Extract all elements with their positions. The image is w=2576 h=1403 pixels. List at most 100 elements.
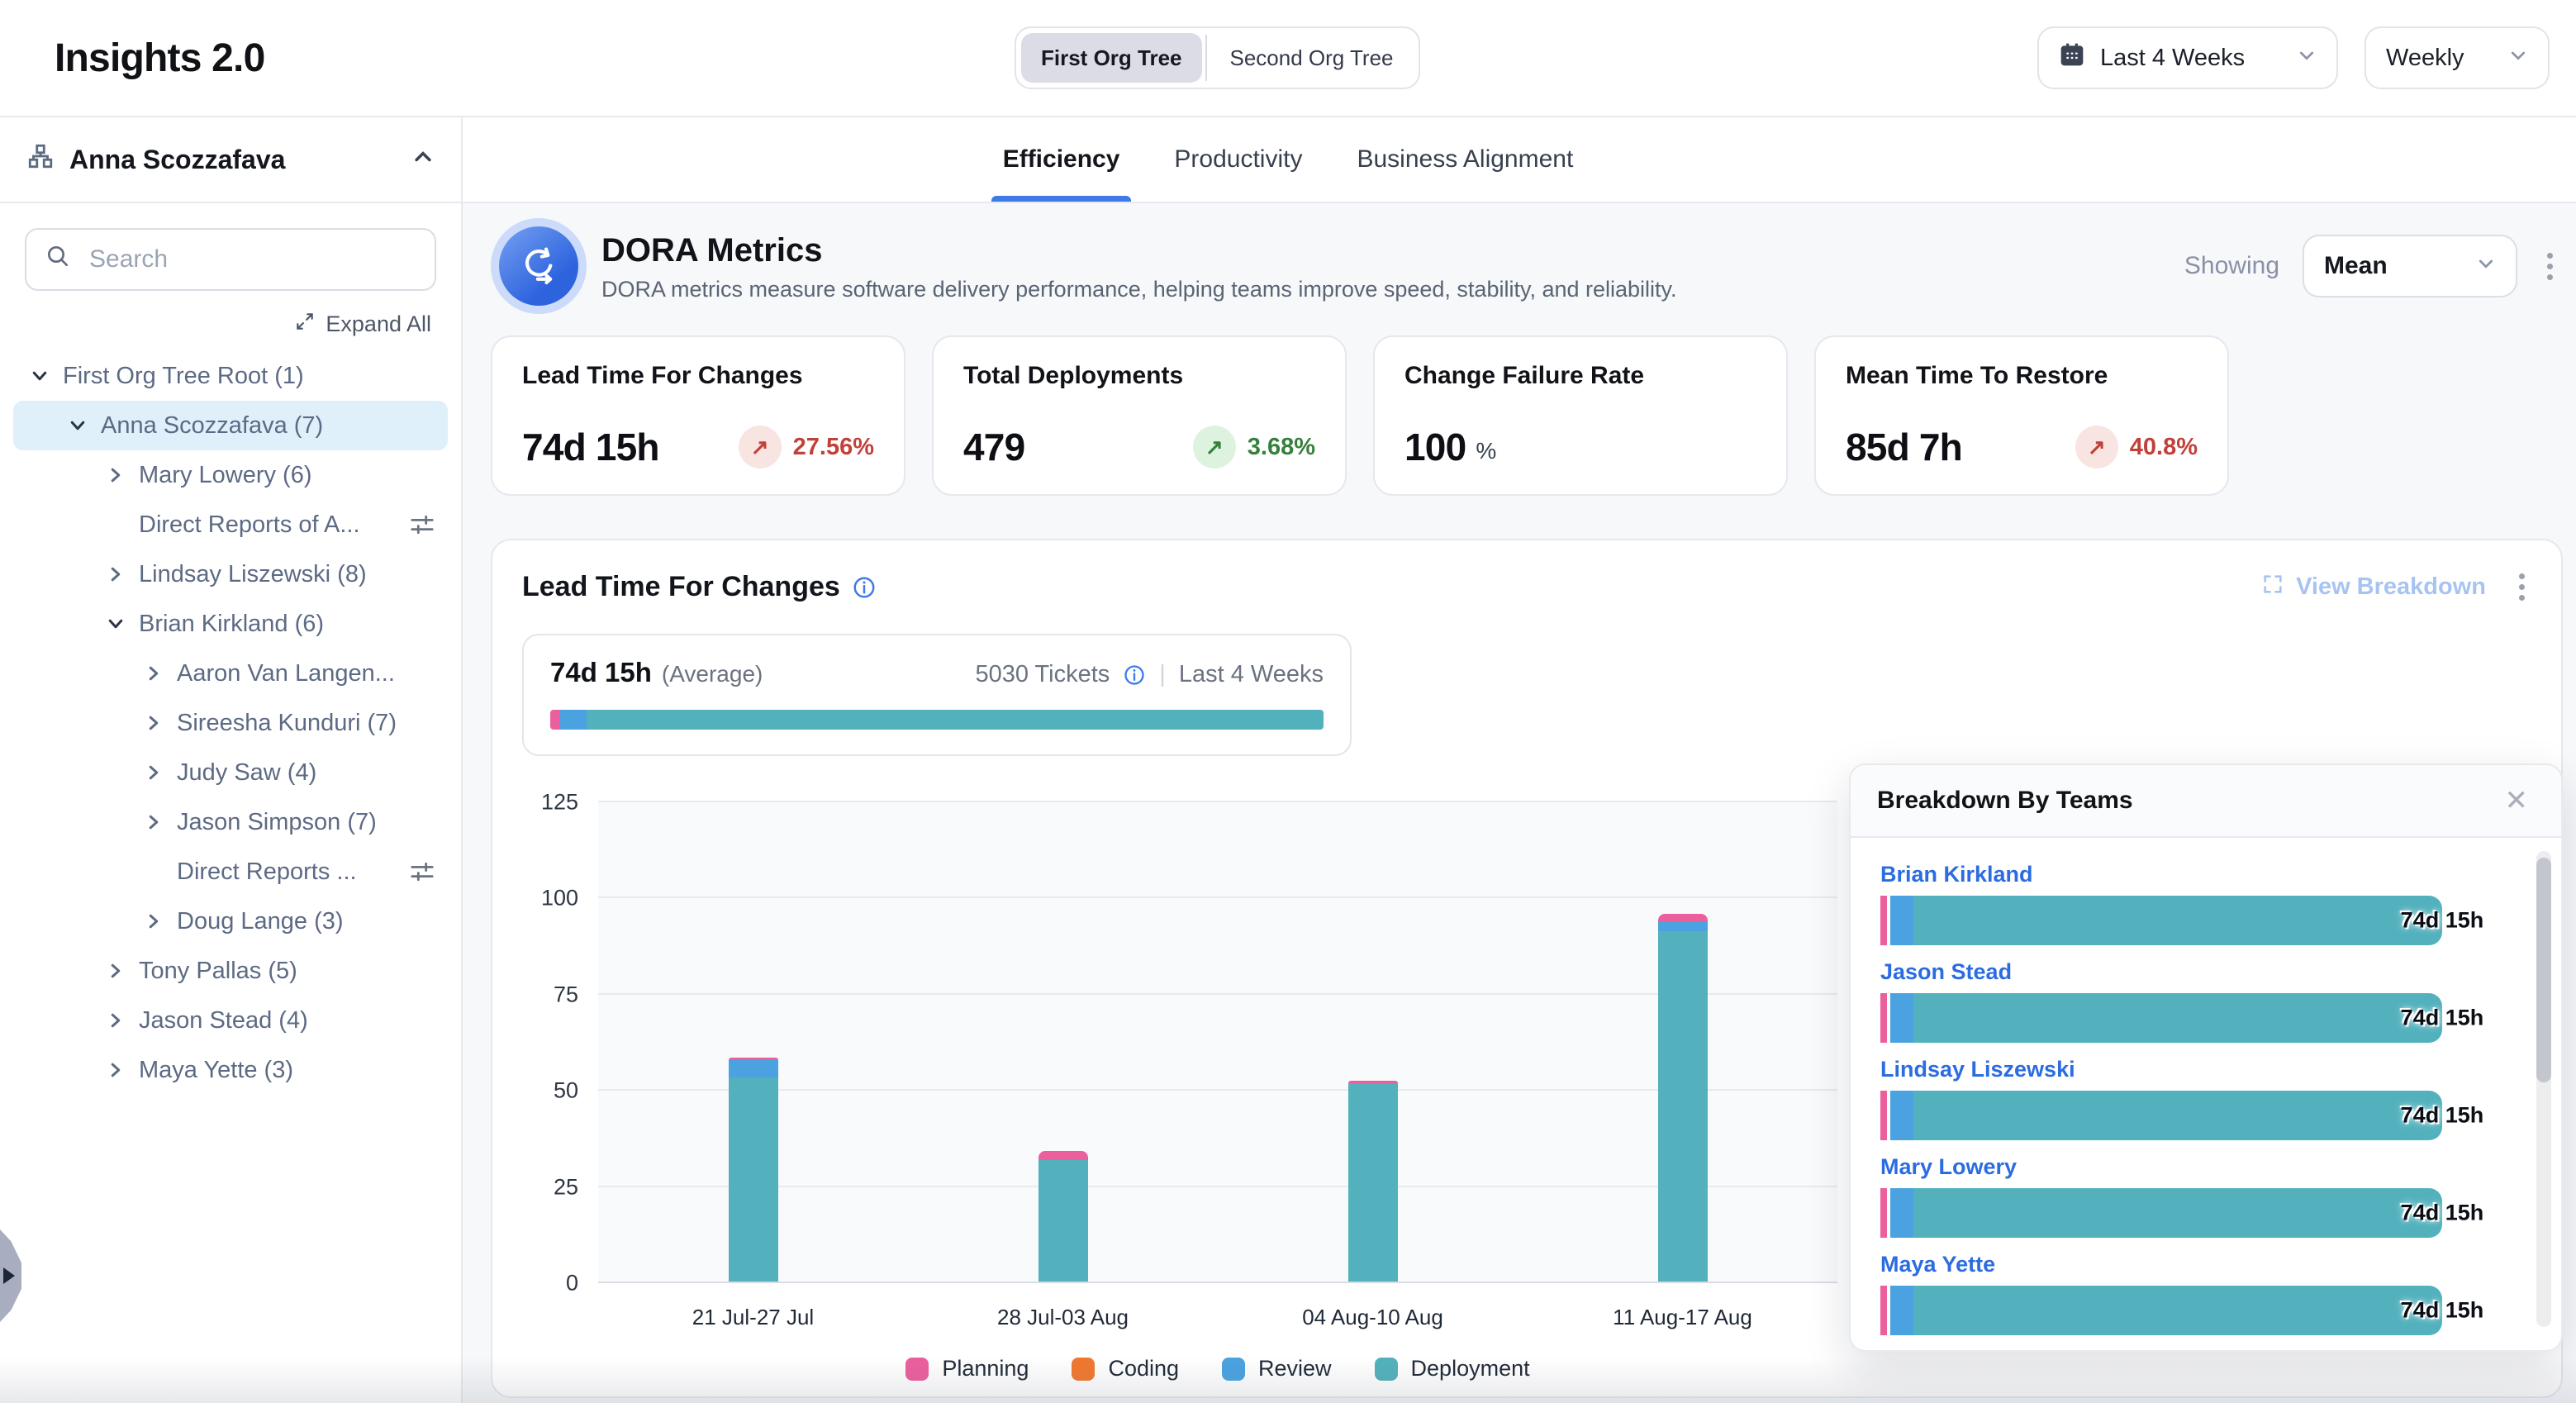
tab-label: Efficiency xyxy=(1003,145,1120,174)
dora-cycle-icon xyxy=(499,226,578,306)
y-axis-label: 100 xyxy=(522,886,578,911)
tab-productivity[interactable]: Productivity xyxy=(1169,117,1307,202)
search-input[interactable] xyxy=(86,244,416,275)
org-tree-toggle-first[interactable]: First Org Tree xyxy=(1021,33,1202,83)
bar-segment-planning xyxy=(1658,914,1708,921)
sidebar-collapse-button[interactable] xyxy=(411,145,435,174)
team-value-label: 74d 15h xyxy=(2401,908,2484,934)
metric-title: Mean Time To Restore xyxy=(1846,362,2198,390)
sidebar-header: Anna Scozzafava xyxy=(0,117,461,203)
chevron-right-icon[interactable] xyxy=(140,660,167,687)
close-button[interactable]: ✕ xyxy=(2498,783,2536,818)
tree-item-direct-reports[interactable]: Direct Reports ... xyxy=(13,847,448,896)
bar-column-11-aug-17-aug xyxy=(1658,914,1708,1282)
tab-business-alignment[interactable]: Business Alignment xyxy=(1352,117,1578,202)
chevron-right-icon[interactable] xyxy=(140,908,167,935)
average-card: 74d 15h (Average) 5030 Tickets | Last 4 … xyxy=(522,634,1352,756)
tree-item-label: Aaron Van Langen... xyxy=(177,660,395,687)
chart-more-options-icon[interactable] xyxy=(2512,567,2531,607)
average-value: 74d 15h xyxy=(550,657,652,688)
breakdown-panel-body: Brian Kirkland 74d 15h Jason Stead 74d 15h L… xyxy=(1851,838,2561,1335)
panel-scrollbar-thumb[interactable] xyxy=(2536,858,2551,1082)
team-name-link[interactable]: Maya Yette xyxy=(1880,1252,1995,1277)
chevron-right-icon[interactable] xyxy=(140,759,167,786)
tickets-info-icon[interactable] xyxy=(1123,663,1146,687)
chevron-right-icon[interactable] xyxy=(140,710,167,736)
y-axis-label: 0 xyxy=(522,1271,578,1296)
dora-more-options-icon[interactable] xyxy=(2540,246,2559,287)
team-bar-segment-review xyxy=(1890,1286,1913,1335)
granularity-select[interactable]: Weekly xyxy=(2365,26,2550,89)
tree-item-mary-lowery-6[interactable]: Mary Lowery (6) xyxy=(13,450,448,500)
chevron-down-icon[interactable] xyxy=(64,412,91,439)
info-icon[interactable] xyxy=(852,575,877,600)
team-bar-segment-deployment xyxy=(1913,1188,2442,1238)
tree-item-aaron-van-langen[interactable]: Aaron Van Langen... xyxy=(13,649,448,698)
expand-all-button[interactable]: Expand All xyxy=(0,291,461,348)
team-name-link[interactable]: Jason Stead xyxy=(1880,959,2012,985)
chart-title-actions: View Breakdown xyxy=(2261,567,2531,607)
chevron-right-icon[interactable] xyxy=(102,958,129,984)
metric-card-total-deployments: Total Deployments479↗3.68% xyxy=(932,335,1347,496)
legend-label: Review xyxy=(1258,1356,1332,1382)
team-name-link[interactable]: Mary Lowery xyxy=(1880,1154,2017,1180)
tree-item-direct-reports-of-a[interactable]: Direct Reports of A... xyxy=(13,500,448,549)
team-bar-fill xyxy=(1880,1188,2442,1238)
bar-column-28-jul-03-aug xyxy=(1038,1151,1088,1282)
team-stacked-bar: 74d 15h xyxy=(1880,1091,2512,1140)
filters-icon[interactable] xyxy=(410,512,435,537)
tree-item-brian-kirkland-6[interactable]: Brian Kirkland (6) xyxy=(13,599,448,649)
chevron-up-icon xyxy=(411,145,435,174)
metric-title: Change Failure Rate xyxy=(1404,362,1756,390)
expand-corners-icon xyxy=(2261,573,2284,602)
view-breakdown-button[interactable]: View Breakdown xyxy=(2261,573,2486,602)
tree-item-doug-lange-3[interactable]: Doug Lange (3) xyxy=(13,896,448,946)
team-name-link[interactable]: Brian Kirkland xyxy=(1880,862,2033,887)
gridline xyxy=(598,801,1837,802)
tree-item-jason-stead-4[interactable]: Jason Stead (4) xyxy=(13,996,448,1045)
chevron-down-icon[interactable] xyxy=(102,611,129,637)
team-bar-segment-review xyxy=(1890,993,1913,1043)
average-label: (Average) xyxy=(662,661,763,687)
tree-item-anna-scozzafava-7[interactable]: Anna Scozzafava (7) xyxy=(13,401,448,450)
tab-efficiency[interactable]: Efficiency xyxy=(998,117,1125,202)
chevron-right-icon[interactable] xyxy=(140,809,167,835)
tree-item-label: Judy Saw (4) xyxy=(177,759,316,787)
toggle-divider xyxy=(1205,35,1207,81)
page-layout: Anna Scozzafava Expand All First Org Tre… xyxy=(0,117,2576,1403)
team-row-mary-lowery: Mary Lowery74d 15h xyxy=(1880,1150,2512,1238)
legend-label: Coding xyxy=(1108,1356,1179,1382)
metric-value: 479 xyxy=(963,425,1024,469)
aggregation-select[interactable]: Mean xyxy=(2303,235,2517,297)
chevron-right-icon[interactable] xyxy=(102,1057,129,1083)
tree-item-tony-pallas-5[interactable]: Tony Pallas (5) xyxy=(13,946,448,996)
tree-item-first-org-tree-root-1[interactable]: First Org Tree Root (1) xyxy=(13,351,448,401)
tree-item-label: Jason Simpson (7) xyxy=(177,809,377,836)
meta-divider: | xyxy=(1159,661,1166,688)
chevron-right-icon[interactable] xyxy=(102,1007,129,1034)
average-bar-segment-deployment xyxy=(587,710,1324,730)
tree-item-judy-saw-4[interactable]: Judy Saw (4) xyxy=(13,748,448,797)
team-bar-segment-review xyxy=(1890,1188,1913,1238)
team-bar-segment-deployment xyxy=(1913,1286,2442,1335)
team-name-link[interactable]: Lindsay Liszewski xyxy=(1880,1057,2075,1082)
granularity-value: Weekly xyxy=(2386,45,2464,72)
chevron-down-icon[interactable] xyxy=(26,363,53,389)
average-meta: 5030 Tickets | Last 4 Weeks xyxy=(975,661,1324,688)
org-chart-icon xyxy=(26,142,55,177)
topbar-controls: Last 4 Weeks Weekly xyxy=(2037,26,2550,89)
tree-item-sireesha-kunduri-7[interactable]: Sireesha Kunduri (7) xyxy=(13,698,448,748)
dora-title: DORA Metrics xyxy=(601,231,1677,270)
filters-icon[interactable] xyxy=(410,859,435,884)
chevron-right-icon[interactable] xyxy=(102,561,129,587)
date-range-select[interactable]: Last 4 Weeks xyxy=(2037,26,2338,89)
tree-item-lindsay-liszewski-8[interactable]: Lindsay Liszewski (8) xyxy=(13,549,448,599)
org-tree-toggle-second[interactable]: Second Org Tree xyxy=(1210,33,1414,83)
legend-label: Planning xyxy=(942,1356,1029,1382)
tree-item-maya-yette-3[interactable]: Maya Yette (3) xyxy=(13,1045,448,1095)
tree-item-label: Mary Lowery (6) xyxy=(139,462,312,489)
metric-value-row: 479↗3.68% xyxy=(963,425,1315,469)
chevron-right-icon[interactable] xyxy=(102,462,129,488)
bar-segment-deployment xyxy=(729,1077,778,1282)
tree-item-jason-simpson-7[interactable]: Jason Simpson (7) xyxy=(13,797,448,847)
